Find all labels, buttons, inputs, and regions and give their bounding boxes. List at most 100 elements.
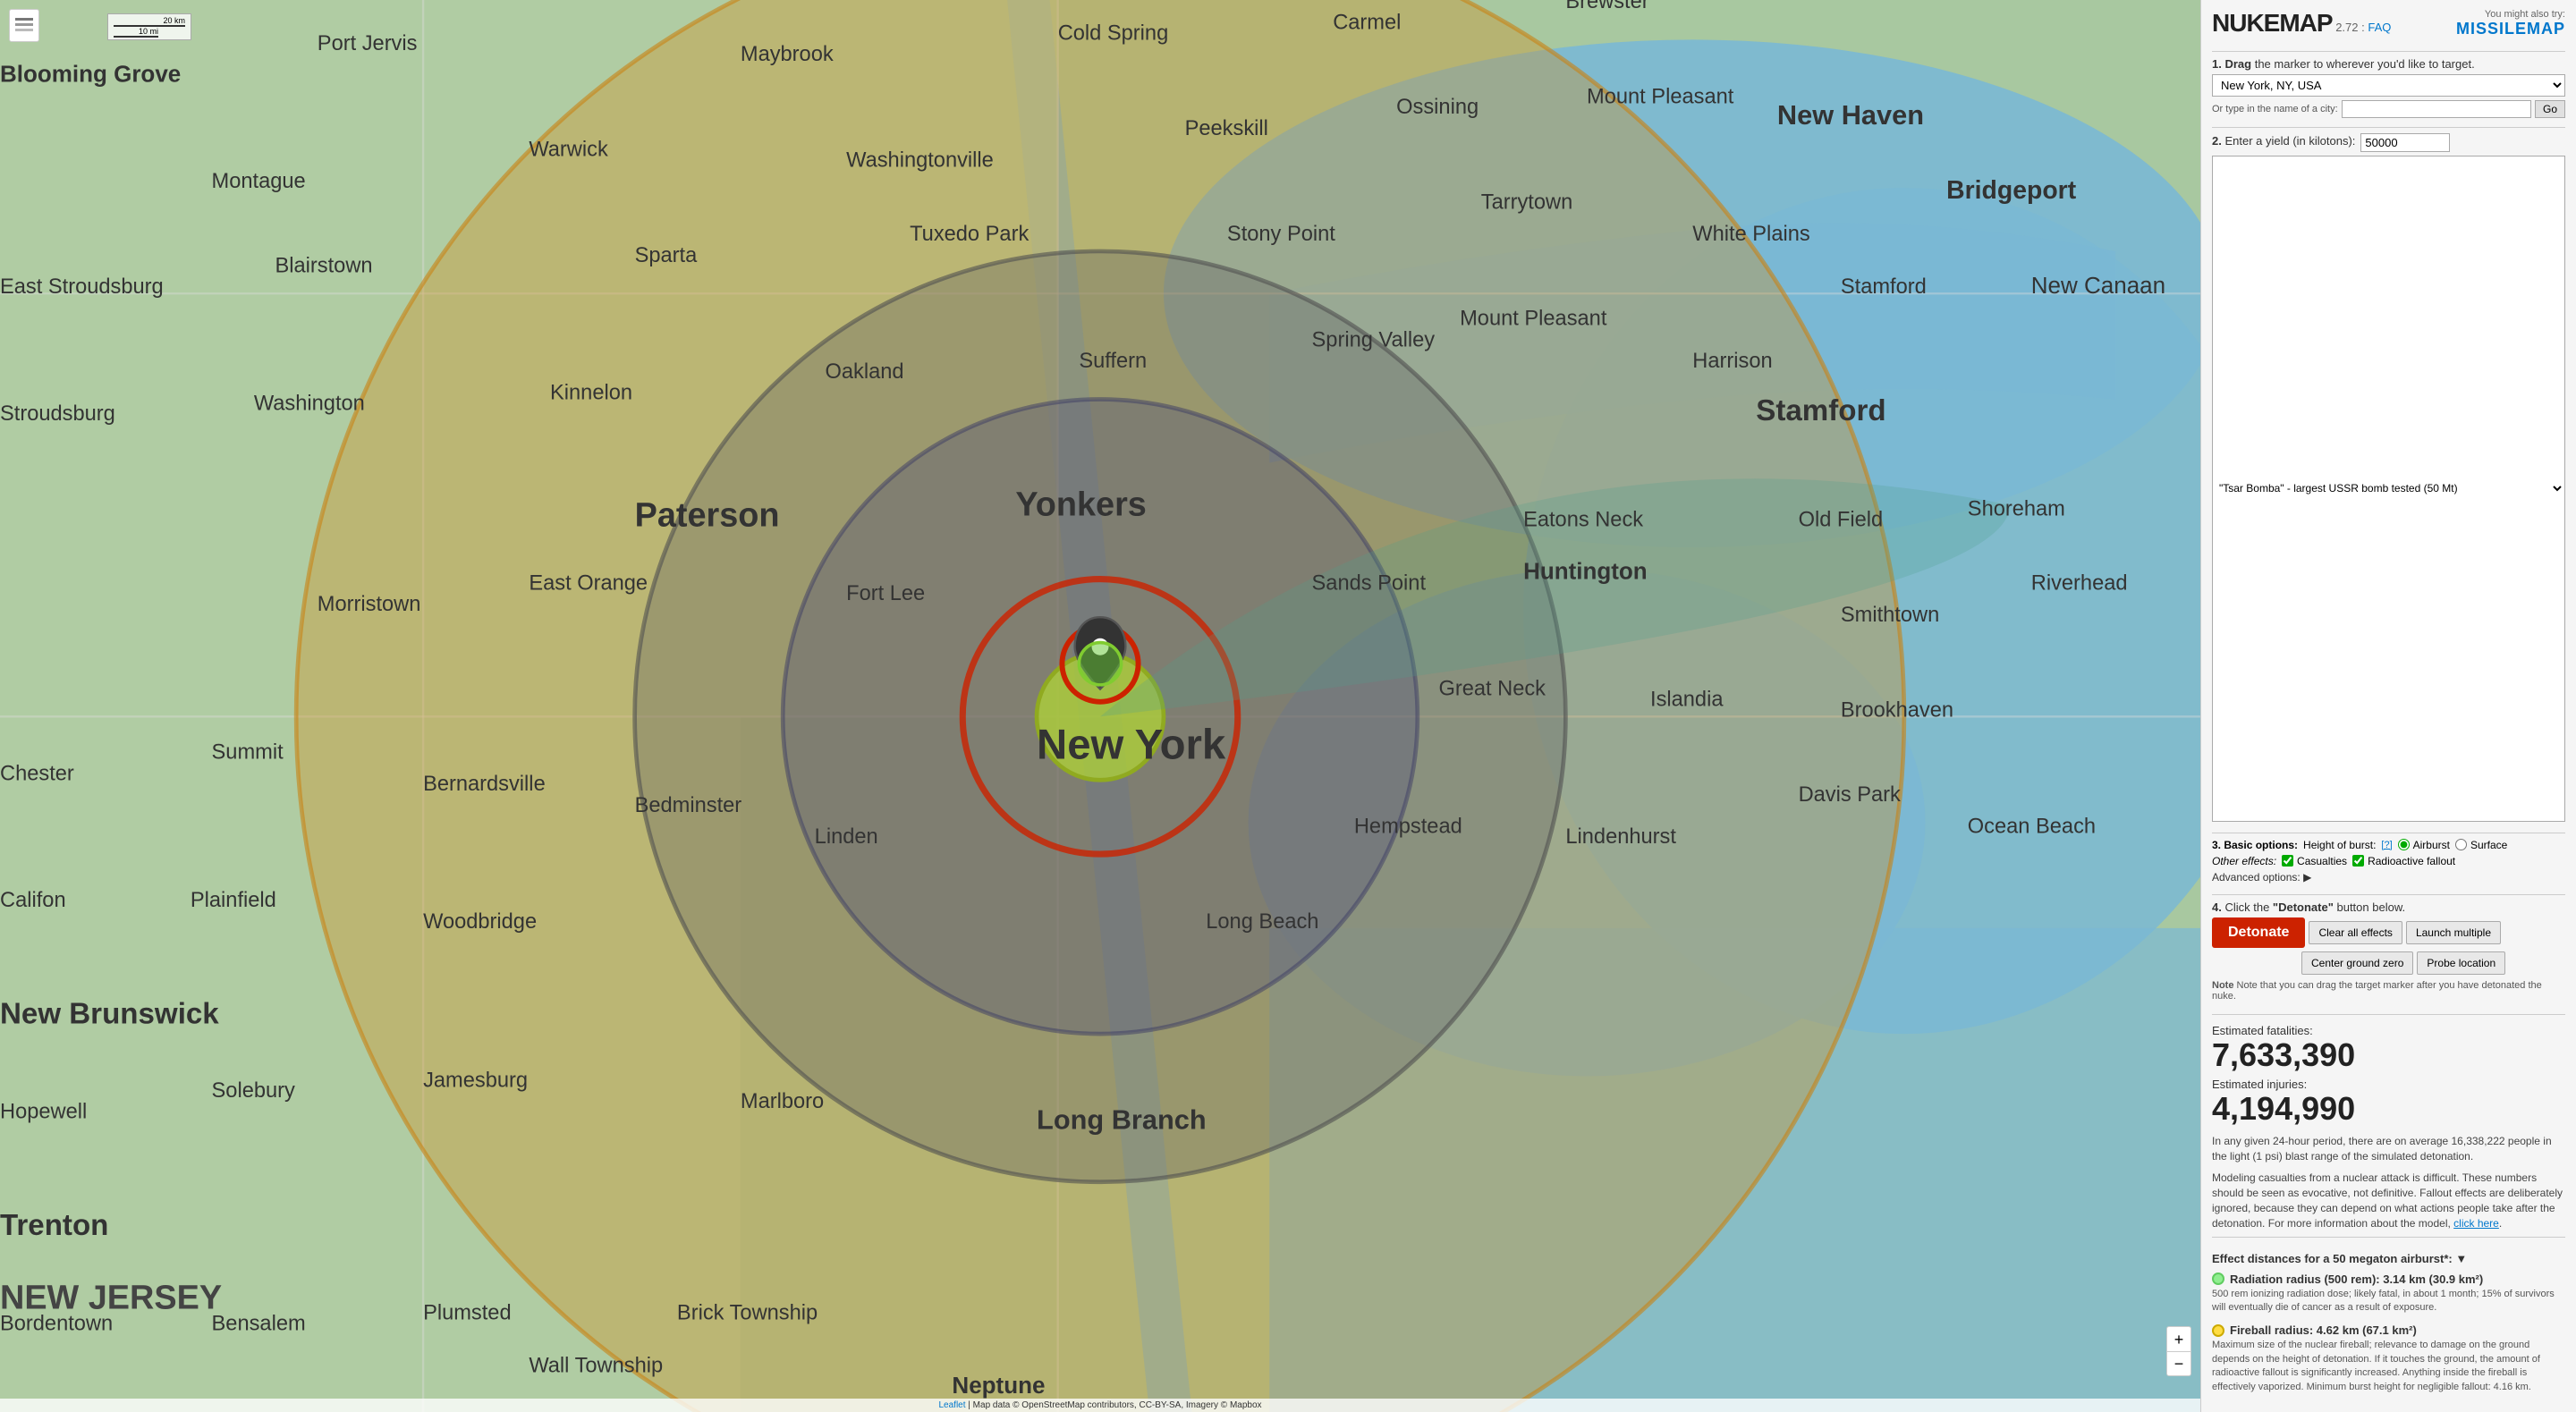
probe-location-button[interactable]: Probe location xyxy=(2417,951,2505,975)
fallout-label: Radioactive fallout xyxy=(2368,855,2455,867)
fallout-check-group: Radioactive fallout xyxy=(2352,855,2455,867)
city-input[interactable] xyxy=(2342,100,2531,118)
svg-text:Wall Township: Wall Township xyxy=(529,1355,663,1378)
svg-text:Tarrytown: Tarrytown xyxy=(1481,191,1572,215)
svg-text:Islandia: Islandia xyxy=(1650,689,1724,712)
fatalities-value: 7,633,390 xyxy=(2212,1037,2565,1073)
injuries-value: 4,194,990 xyxy=(2212,1091,2565,1127)
city-input-row: Or type in the name of a city: Go xyxy=(2212,100,2565,118)
svg-text:Warwick: Warwick xyxy=(529,138,608,161)
step1-instruction: Drag the marker to wherever you'd like t… xyxy=(2224,57,2474,71)
fireball-dot xyxy=(2212,1324,2224,1337)
center-ground-zero-button[interactable]: Center ground zero xyxy=(2301,951,2413,975)
svg-text:Ossining: Ossining xyxy=(1396,96,1479,119)
fatalities-label: Estimated fatalities: xyxy=(2212,1024,2565,1037)
step4-label: 4. Click the "Detonate" button below. xyxy=(2212,900,2565,914)
svg-text:Bernardsville: Bernardsville xyxy=(423,773,546,796)
svg-text:Plumsted: Plumsted xyxy=(423,1301,512,1324)
clear-effects-button[interactable]: Clear all effects xyxy=(2309,921,2402,944)
radiation-desc: 500 rem ionizing radiation dose; likely … xyxy=(2212,1288,2565,1315)
svg-text:Harrison: Harrison xyxy=(1692,350,1772,373)
effect-header-radiation: Radiation radius (500 rem): 3.14 km (30.… xyxy=(2212,1272,2565,1286)
advanced-options[interactable]: Advanced options: ▶ xyxy=(2212,871,2565,884)
svg-text:Washingtonville: Washingtonville xyxy=(846,148,994,172)
svg-text:Solebury: Solebury xyxy=(212,1079,295,1103)
surface-label: Surface xyxy=(2470,839,2507,851)
options-row: 3. Basic options: Height of burst: [?] A… xyxy=(2212,839,2565,851)
surface-radio[interactable] xyxy=(2455,839,2467,850)
faq-link[interactable]: FAQ xyxy=(2368,21,2391,34)
surface-radio-group: Surface xyxy=(2455,839,2507,851)
location-select[interactable]: New York, NY, USA xyxy=(2212,74,2565,97)
svg-text:Smithtown: Smithtown xyxy=(1841,604,1939,627)
svg-text:Plainfield: Plainfield xyxy=(191,889,276,912)
casualties-checkbox[interactable] xyxy=(2282,855,2293,867)
svg-text:Long Branch: Long Branch xyxy=(1037,1104,1207,1136)
zoom-controls[interactable]: + − xyxy=(2166,1326,2191,1376)
svg-text:White Plains: White Plains xyxy=(1692,223,1809,246)
svg-text:Sparta: Sparta xyxy=(635,244,699,267)
svg-text:Chester: Chester xyxy=(0,762,74,785)
svg-text:Bridgeport: Bridgeport xyxy=(1946,176,2077,205)
layer-toggle[interactable] xyxy=(9,9,39,42)
svg-text:Stony Point: Stony Point xyxy=(1227,223,1335,246)
svg-text:Stamford: Stamford xyxy=(1756,394,1885,427)
other-effects-row: Other effects: Casualties Radioactive fa… xyxy=(2212,855,2565,867)
preset-select[interactable]: "Tsar Bomba" - largest USSR bomb tested … xyxy=(2212,156,2565,822)
yield-input[interactable]: 50000 xyxy=(2360,133,2450,152)
buttons-row: Detonate Clear all effects Launch multip… xyxy=(2212,917,2565,948)
svg-text:Lindenhurst: Lindenhurst xyxy=(1565,825,1676,849)
missilemap-link[interactable]: MISSILEMAP xyxy=(2456,20,2565,38)
svg-text:Morristown: Morristown xyxy=(318,593,421,616)
height-help-link[interactable]: [?] xyxy=(2381,840,2392,850)
svg-text:Bedminster: Bedminster xyxy=(635,794,742,817)
svg-text:New York: New York xyxy=(1037,722,1226,769)
svg-text:Califon: Califon xyxy=(0,889,66,912)
launch-multiple-button[interactable]: Launch multiple xyxy=(2406,921,2501,944)
svg-text:Blairstown: Blairstown xyxy=(275,255,373,278)
sidebar-header: NUKEMAP 2.72 : FAQ You might also try: M… xyxy=(2212,9,2565,38)
go-button[interactable]: Go xyxy=(2535,100,2565,118)
svg-text:Carmel: Carmel xyxy=(1333,12,1401,35)
svg-text:Port Jervis: Port Jervis xyxy=(318,32,418,55)
svg-text:Bensalem: Bensalem xyxy=(212,1312,306,1335)
step3-basic-label: 3. Basic options: xyxy=(2212,839,2298,851)
svg-text:Hopewell: Hopewell xyxy=(0,1101,87,1124)
svg-text:Riverhead: Riverhead xyxy=(2031,571,2128,595)
airburst-radio[interactable] xyxy=(2398,839,2410,850)
svg-text:Tuxedo Park: Tuxedo Park xyxy=(910,223,1029,246)
svg-text:Peekskill: Peekskill xyxy=(1185,117,1268,140)
other-effects-label: Other effects: xyxy=(2212,855,2276,867)
effect-distances-title[interactable]: Effect distances for a 50 megaton airbur… xyxy=(2212,1252,2565,1265)
click-here-link[interactable]: click here xyxy=(2453,1217,2499,1230)
svg-text:Ocean Beach: Ocean Beach xyxy=(1968,815,2096,838)
effect-item-fireball: Fireball radius: 4.62 km (67.1 km²) Maxi… xyxy=(2212,1323,2565,1394)
svg-text:East Orange: East Orange xyxy=(529,571,648,595)
map-container[interactable]: Cherry Ridge Lackawaxen Newburgh Patters… xyxy=(0,0,2200,1412)
detonate-button[interactable]: Detonate xyxy=(2212,917,2305,948)
height-label: Height of burst: xyxy=(2303,839,2376,851)
svg-text:New Canaan: New Canaan xyxy=(2031,272,2165,299)
svg-text:Suffern: Suffern xyxy=(1079,350,1147,373)
svg-text:Marlboro: Marlboro xyxy=(741,1090,824,1113)
divider-1 xyxy=(2212,51,2565,52)
svg-text:Cold Spring: Cold Spring xyxy=(1058,21,1169,45)
svg-text:Trenton: Trenton xyxy=(0,1209,108,1242)
fallout-checkbox[interactable] xyxy=(2352,855,2364,867)
svg-text:New Haven: New Haven xyxy=(1777,99,1924,131)
radiation-dot xyxy=(2212,1272,2224,1285)
divider-4 xyxy=(2212,894,2565,895)
svg-text:New Brunswick: New Brunswick xyxy=(0,997,219,1030)
svg-text:Fort Lee: Fort Lee xyxy=(846,582,925,605)
step1-label: 1. Drag the marker to wherever you'd lik… xyxy=(2212,57,2565,71)
fireball-title: Fireball radius: 4.62 km (67.1 km²) xyxy=(2230,1323,2417,1337)
zoom-out-button[interactable]: − xyxy=(2166,1351,2191,1376)
divider-6 xyxy=(2212,1237,2565,1238)
zoom-in-button[interactable]: + xyxy=(2166,1326,2191,1351)
also-try-label: You might also try: xyxy=(2485,9,2565,20)
results: Estimated fatalities: 7,633,390 Estimate… xyxy=(2212,1024,2565,1231)
results-note: In any given 24-hour period, there are o… xyxy=(2212,1134,2565,1164)
svg-text:Blooming Grove: Blooming Grove xyxy=(0,61,181,88)
map-data-credit: Map data © OpenStreetMap contributors, C… xyxy=(973,1400,1262,1410)
svg-text:Sands Point: Sands Point xyxy=(1312,571,1427,595)
